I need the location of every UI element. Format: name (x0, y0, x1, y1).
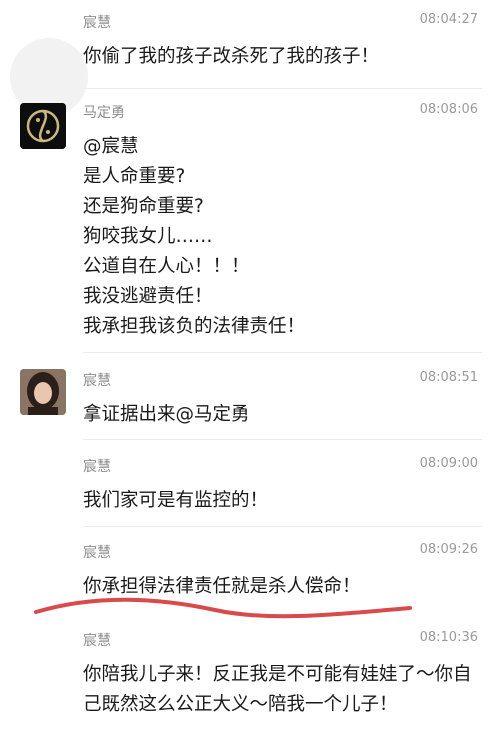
message-line: 是人命重要? (83, 166, 186, 187)
message-time: 08:08:06 (419, 102, 478, 117)
message-time: 08:10:36 (419, 630, 478, 645)
message-line: 拿证据出来@马定勇 (83, 404, 250, 425)
message-time: 08:04:27 (419, 12, 478, 27)
message-body: 我们家可是有监控的！ (83, 486, 482, 516)
message-time: 08:09:00 (419, 456, 478, 471)
message-line: 你陪我儿子来！反正我是不可能有娃娃了～你自己既然这么公正大义～陪我一个儿子！ (83, 664, 472, 715)
red-underline-mark (34, 597, 412, 619)
sender-name: 宸慧 (83, 15, 111, 31)
mention-line[interactable]: @宸慧 (83, 132, 482, 162)
message-line: 你偷了我的孩子改杀死了我的孩子！ (83, 46, 380, 67)
chat-message: 宸慧 08:04:27 你偷了我的孩子改杀死了我的孩子！ (0, 12, 500, 82)
sender-name: 马定勇 (83, 105, 125, 121)
message-line: 公道自在人心！！！ (83, 256, 250, 277)
chat-message: 马定勇 08:08:06 @宸慧 是人命重要? 还是狗命重要? 狗咬我女儿…… … (0, 102, 500, 342)
message-line: 我没逃避责任！ (83, 286, 213, 307)
divider (83, 88, 482, 89)
chat-message: 宸慧 08:08:51 拿证据出来@马定勇 (0, 370, 500, 430)
message-time: 08:09:26 (419, 542, 478, 557)
sender-name: 宸慧 (83, 633, 111, 649)
message-body: 你偷了我的孩子改杀死了我的孩子！ (83, 42, 482, 72)
message-body: @宸慧 是人命重要? 还是狗命重要? 狗咬我女儿…… 公道自在人心！！！ 我没逃… (83, 132, 482, 342)
message-line: 还是狗命重要? (83, 196, 204, 217)
chat-message: 宸慧 08:10:36 你陪我儿子来！反正我是不可能有娃娃了～你自己既然这么公正… (0, 630, 500, 754)
message-time: 08:08:51 (419, 370, 478, 385)
message-line: 狗咬我女儿…… (83, 226, 213, 247)
chat-message: 宸慧 08:09:00 我们家可是有监控的！ (0, 456, 500, 516)
divider (83, 526, 482, 527)
message-body: 你陪我儿子来！反正我是不可能有娃娃了～你自己既然这么公正大义～陪我一个儿子！ (83, 660, 482, 720)
divider (83, 352, 482, 353)
sender-name: 宸慧 (83, 373, 111, 389)
sender-name: 宸慧 (83, 545, 111, 561)
message-body: 拿证据出来@马定勇 (83, 400, 482, 430)
message-line: 我承担我该负的法律责任！ (83, 316, 306, 337)
sender-name: 宸慧 (83, 459, 111, 475)
message-line: 我们家可是有监控的！ (83, 490, 269, 511)
divider (83, 439, 482, 440)
